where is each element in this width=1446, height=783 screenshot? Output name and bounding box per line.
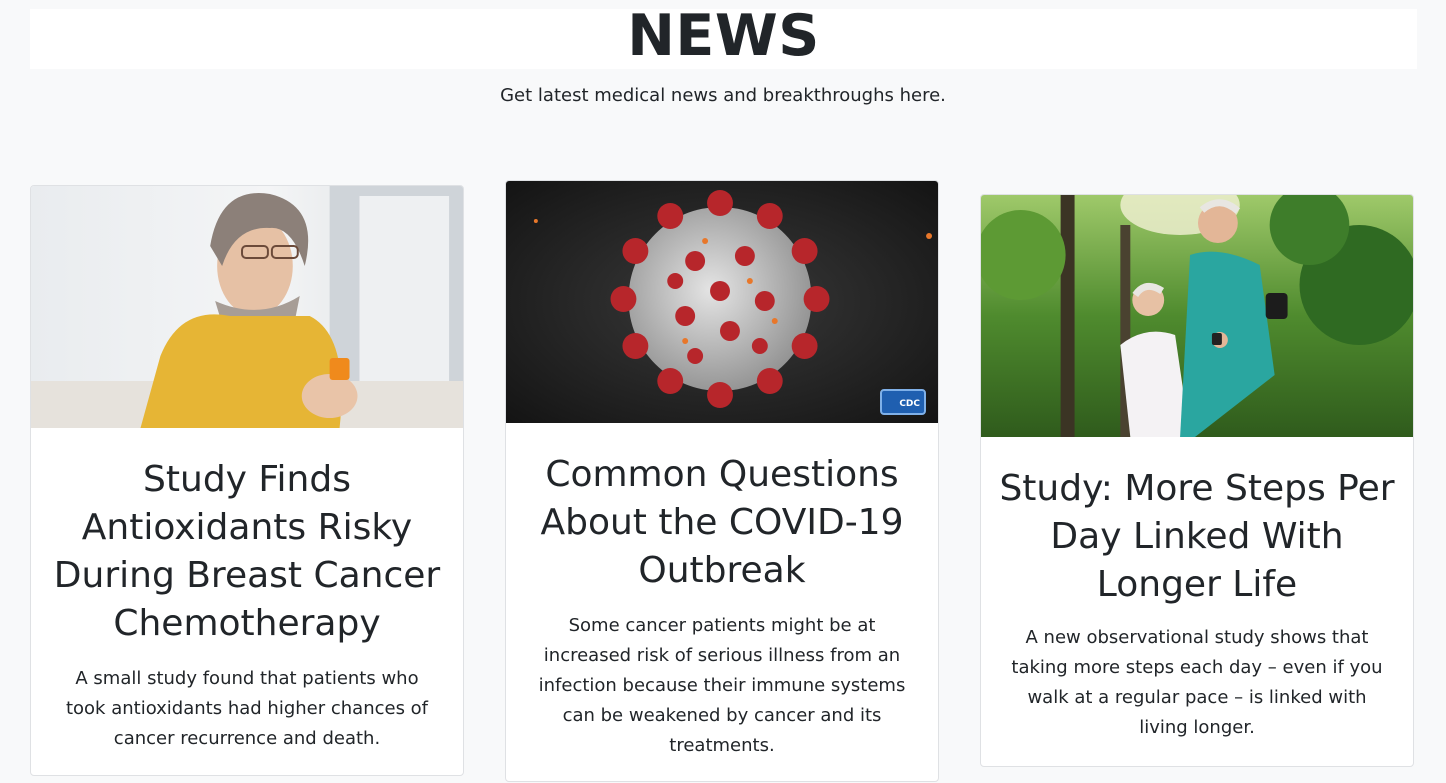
card-title[interactable]: Study Finds Antioxidants Risky During Br… [31,456,463,648]
card-image-coronavirus[interactable]: CDC [506,181,938,423]
card-image-woman-with-pill-bottle[interactable] [31,186,463,428]
news-card-steps[interactable]: Study: More Steps Per Day Linked With Lo… [980,194,1414,767]
woman-with-pill-bottle-photo [31,186,463,428]
coronavirus-illustration [506,181,938,423]
card-title[interactable]: Study: More Steps Per Day Linked With Lo… [981,465,1413,609]
card-text: Some cancer patients might be at increas… [538,615,906,756]
card-text: A new observational study shows that tak… [1011,627,1383,738]
page-title: NEWS [627,3,820,69]
card-image-seniors-jogging[interactable] [981,195,1413,437]
cdc-logo-badge: CDC [880,389,926,415]
card-text: A small study found that patients who to… [65,668,429,749]
news-card-covid[interactable]: CDC Common Questions About the COVID-19 … [505,180,939,782]
page-header: NEWS [30,3,1417,69]
seniors-jogging-photo [981,195,1413,437]
card-title[interactable]: Common Questions About the COVID-19 Outb… [506,451,938,595]
page-subtitle: Get latest medical news and breakthrough… [500,85,946,106]
news-card-antioxidants[interactable]: Study Finds Antioxidants Risky During Br… [30,185,464,776]
